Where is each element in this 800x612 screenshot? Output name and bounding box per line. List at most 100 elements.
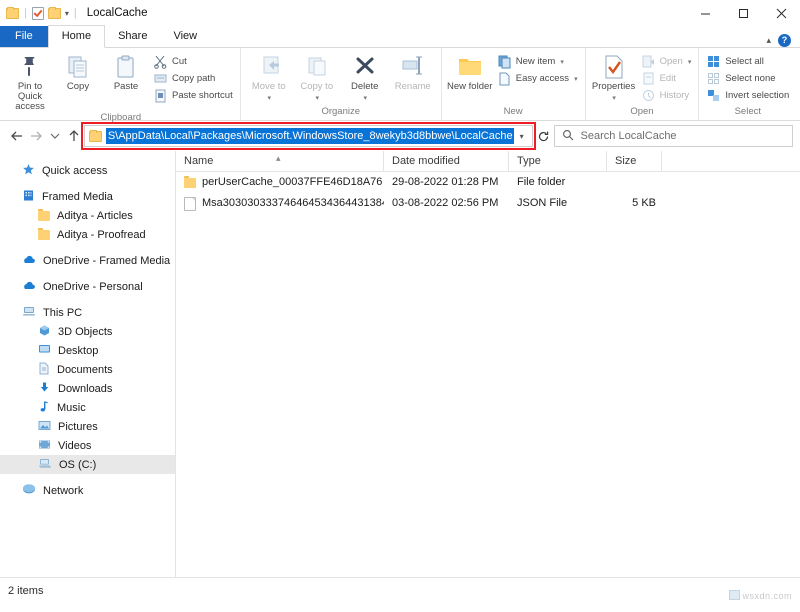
back-button[interactable] [7,125,26,147]
copy-path-button[interactable]: Copy path [151,71,235,86]
recent-locations-button[interactable] [45,125,64,147]
history-button[interactable]: History [639,88,694,103]
sidebar-item-aditya-proofread[interactable]: Aditya - Proofread [0,225,175,244]
sidebar-item-videos[interactable]: Videos [0,436,175,455]
sidebar-item-onedrive-personal[interactable]: OneDrive - Personal [0,277,175,296]
sidebar-item-label: Videos [58,440,91,452]
easy-access-button[interactable]: Easy access ▾ [495,71,580,86]
paste-button[interactable]: Paste [103,51,149,92]
ribbon: Pin to Quick access Copy Paste [0,48,800,121]
column-header-name[interactable]: Name ▴ [176,151,384,171]
chevron-down-icon[interactable]: ▾ [315,94,319,102]
forward-button[interactable] [26,125,45,147]
chevron-down-icon[interactable]: ▾ [574,75,578,83]
address-path-input[interactable]: S\AppData\Local\Packages\Microsoft.Windo… [106,128,514,144]
chevron-down-icon[interactable]: ▾ [65,9,69,18]
column-header-label: Name [184,155,213,167]
tab-share[interactable]: Share [105,26,160,47]
chevron-down-icon[interactable]: ▾ [363,94,367,102]
search-box[interactable]: Search LocalCache [554,125,793,147]
chevron-down-icon[interactable]: ▾ [514,132,530,141]
chevron-down-icon[interactable]: ▾ [612,94,616,102]
divider: | [74,7,77,19]
sidebar-item-downloads[interactable]: Downloads [0,379,175,398]
copy-to-button[interactable]: Copy to ▾ [294,51,340,102]
select-all-button[interactable]: Select all [704,54,791,69]
ribbon-group-label: New [504,106,523,118]
sidebar-item-network[interactable]: Network [0,481,175,500]
spacer [0,180,175,187]
search-input[interactable]: Search LocalCache [581,130,677,142]
invert-selection-button[interactable]: Invert selection [704,88,791,103]
sidebar-item-label: Quick access [42,165,107,177]
minimize-button[interactable] [686,0,724,26]
up-button[interactable] [65,125,84,147]
sidebar-item-label: Framed Media [42,191,113,203]
pin-to-quick-access-button[interactable]: Pin to Quick access [7,51,53,112]
address-bar[interactable]: S\AppData\Local\Packages\Microsoft.Windo… [84,125,533,147]
title-bar: | ▾ | LocalCache [0,0,800,26]
quick-access-toolbar: | ▾ | [6,7,78,20]
sidebar-item-3d-objects[interactable]: 3D Objects [0,322,175,341]
paste-shortcut-icon [153,88,168,103]
sidebar-item-music[interactable]: Music [0,398,175,417]
ribbon-button-label: Delete [351,82,378,92]
help-icon[interactable]: ? [778,34,791,47]
refresh-button[interactable] [533,125,554,147]
chevron-down-icon[interactable]: ▾ [267,94,271,102]
ribbon-button-label: New folder [447,82,492,92]
sidebar-item-framed-media[interactable]: Framed Media [0,187,175,206]
move-to-button[interactable]: Move to ▾ [246,51,292,102]
rename-button[interactable]: Rename [390,51,436,92]
ribbon-button-label: Move to [252,82,286,92]
delete-button[interactable]: Delete ▾ [342,51,388,102]
table-row[interactable]: perUserCache_00037FFE46D18A76 29-08-2022… [176,172,800,193]
properties-icon[interactable] [32,7,44,20]
sort-ascending-icon: ▴ [276,148,281,168]
sidebar-item-label: Downloads [58,383,112,395]
tab-file[interactable]: File [0,26,48,47]
ribbon-button-label: Select all [725,56,764,67]
sidebar-item-aditya-articles[interactable]: Aditya - Articles [0,206,175,225]
copy-icon [65,54,91,80]
folder-icon[interactable] [6,8,19,19]
column-header-date-modified[interactable]: Date modified [384,151,509,171]
downloads-icon [38,381,51,397]
open-button[interactable]: Open ▾ [639,54,694,69]
file-icon [184,197,196,211]
column-header-size[interactable]: Size [607,151,662,171]
new-item-button[interactable]: New item ▾ [495,54,580,69]
chevron-up-icon[interactable]: ▴ [766,35,771,46]
sidebar-item-os-c[interactable]: OS (C:) [0,455,175,474]
edit-button[interactable]: Edit [639,71,694,86]
column-header-type[interactable]: Type [509,151,607,171]
sidebar-item-onedrive-framed-media[interactable]: OneDrive - Framed Media [0,251,175,270]
paste-shortcut-button[interactable]: Paste shortcut [151,88,235,103]
sidebar-item-this-pc[interactable]: This PC [0,303,175,322]
sidebar-item-desktop[interactable]: Desktop [0,341,175,360]
new-folder-button[interactable]: New folder [447,51,493,92]
cut-button[interactable]: Cut [151,54,235,69]
ribbon-button-label: Copy to [300,82,333,92]
sidebar-item-label: OneDrive - Personal [43,281,143,293]
ribbon-group-open: Properties ▾ Open ▾ E [586,48,700,120]
properties-button[interactable]: Properties ▾ [591,51,637,102]
ribbon-button-label: Rename [395,82,431,92]
table-row[interactable]: Msa303030333746464534364431384137... 03-… [176,193,800,214]
sidebar-item-label: This PC [43,307,82,319]
ribbon-button-label: Open [660,56,683,67]
maximize-button[interactable] [724,0,762,26]
tab-home[interactable]: Home [48,25,105,48]
copy-button[interactable]: Copy [55,51,101,92]
chevron-down-icon[interactable]: ▾ [560,58,564,66]
tab-view[interactable]: View [160,26,210,47]
sidebar-item-quick-access[interactable]: Quick access [0,161,175,180]
chevron-down-icon[interactable]: ▾ [688,58,692,66]
select-none-button[interactable]: Select none [704,71,791,86]
sidebar-item-documents[interactable]: Documents [0,360,175,379]
watermark: wsxdn.com [729,590,792,601]
new-folder-icon[interactable] [48,8,61,19]
close-button[interactable] [762,0,800,26]
copy-path-icon [153,71,168,86]
sidebar-item-pictures[interactable]: Pictures [0,417,175,436]
